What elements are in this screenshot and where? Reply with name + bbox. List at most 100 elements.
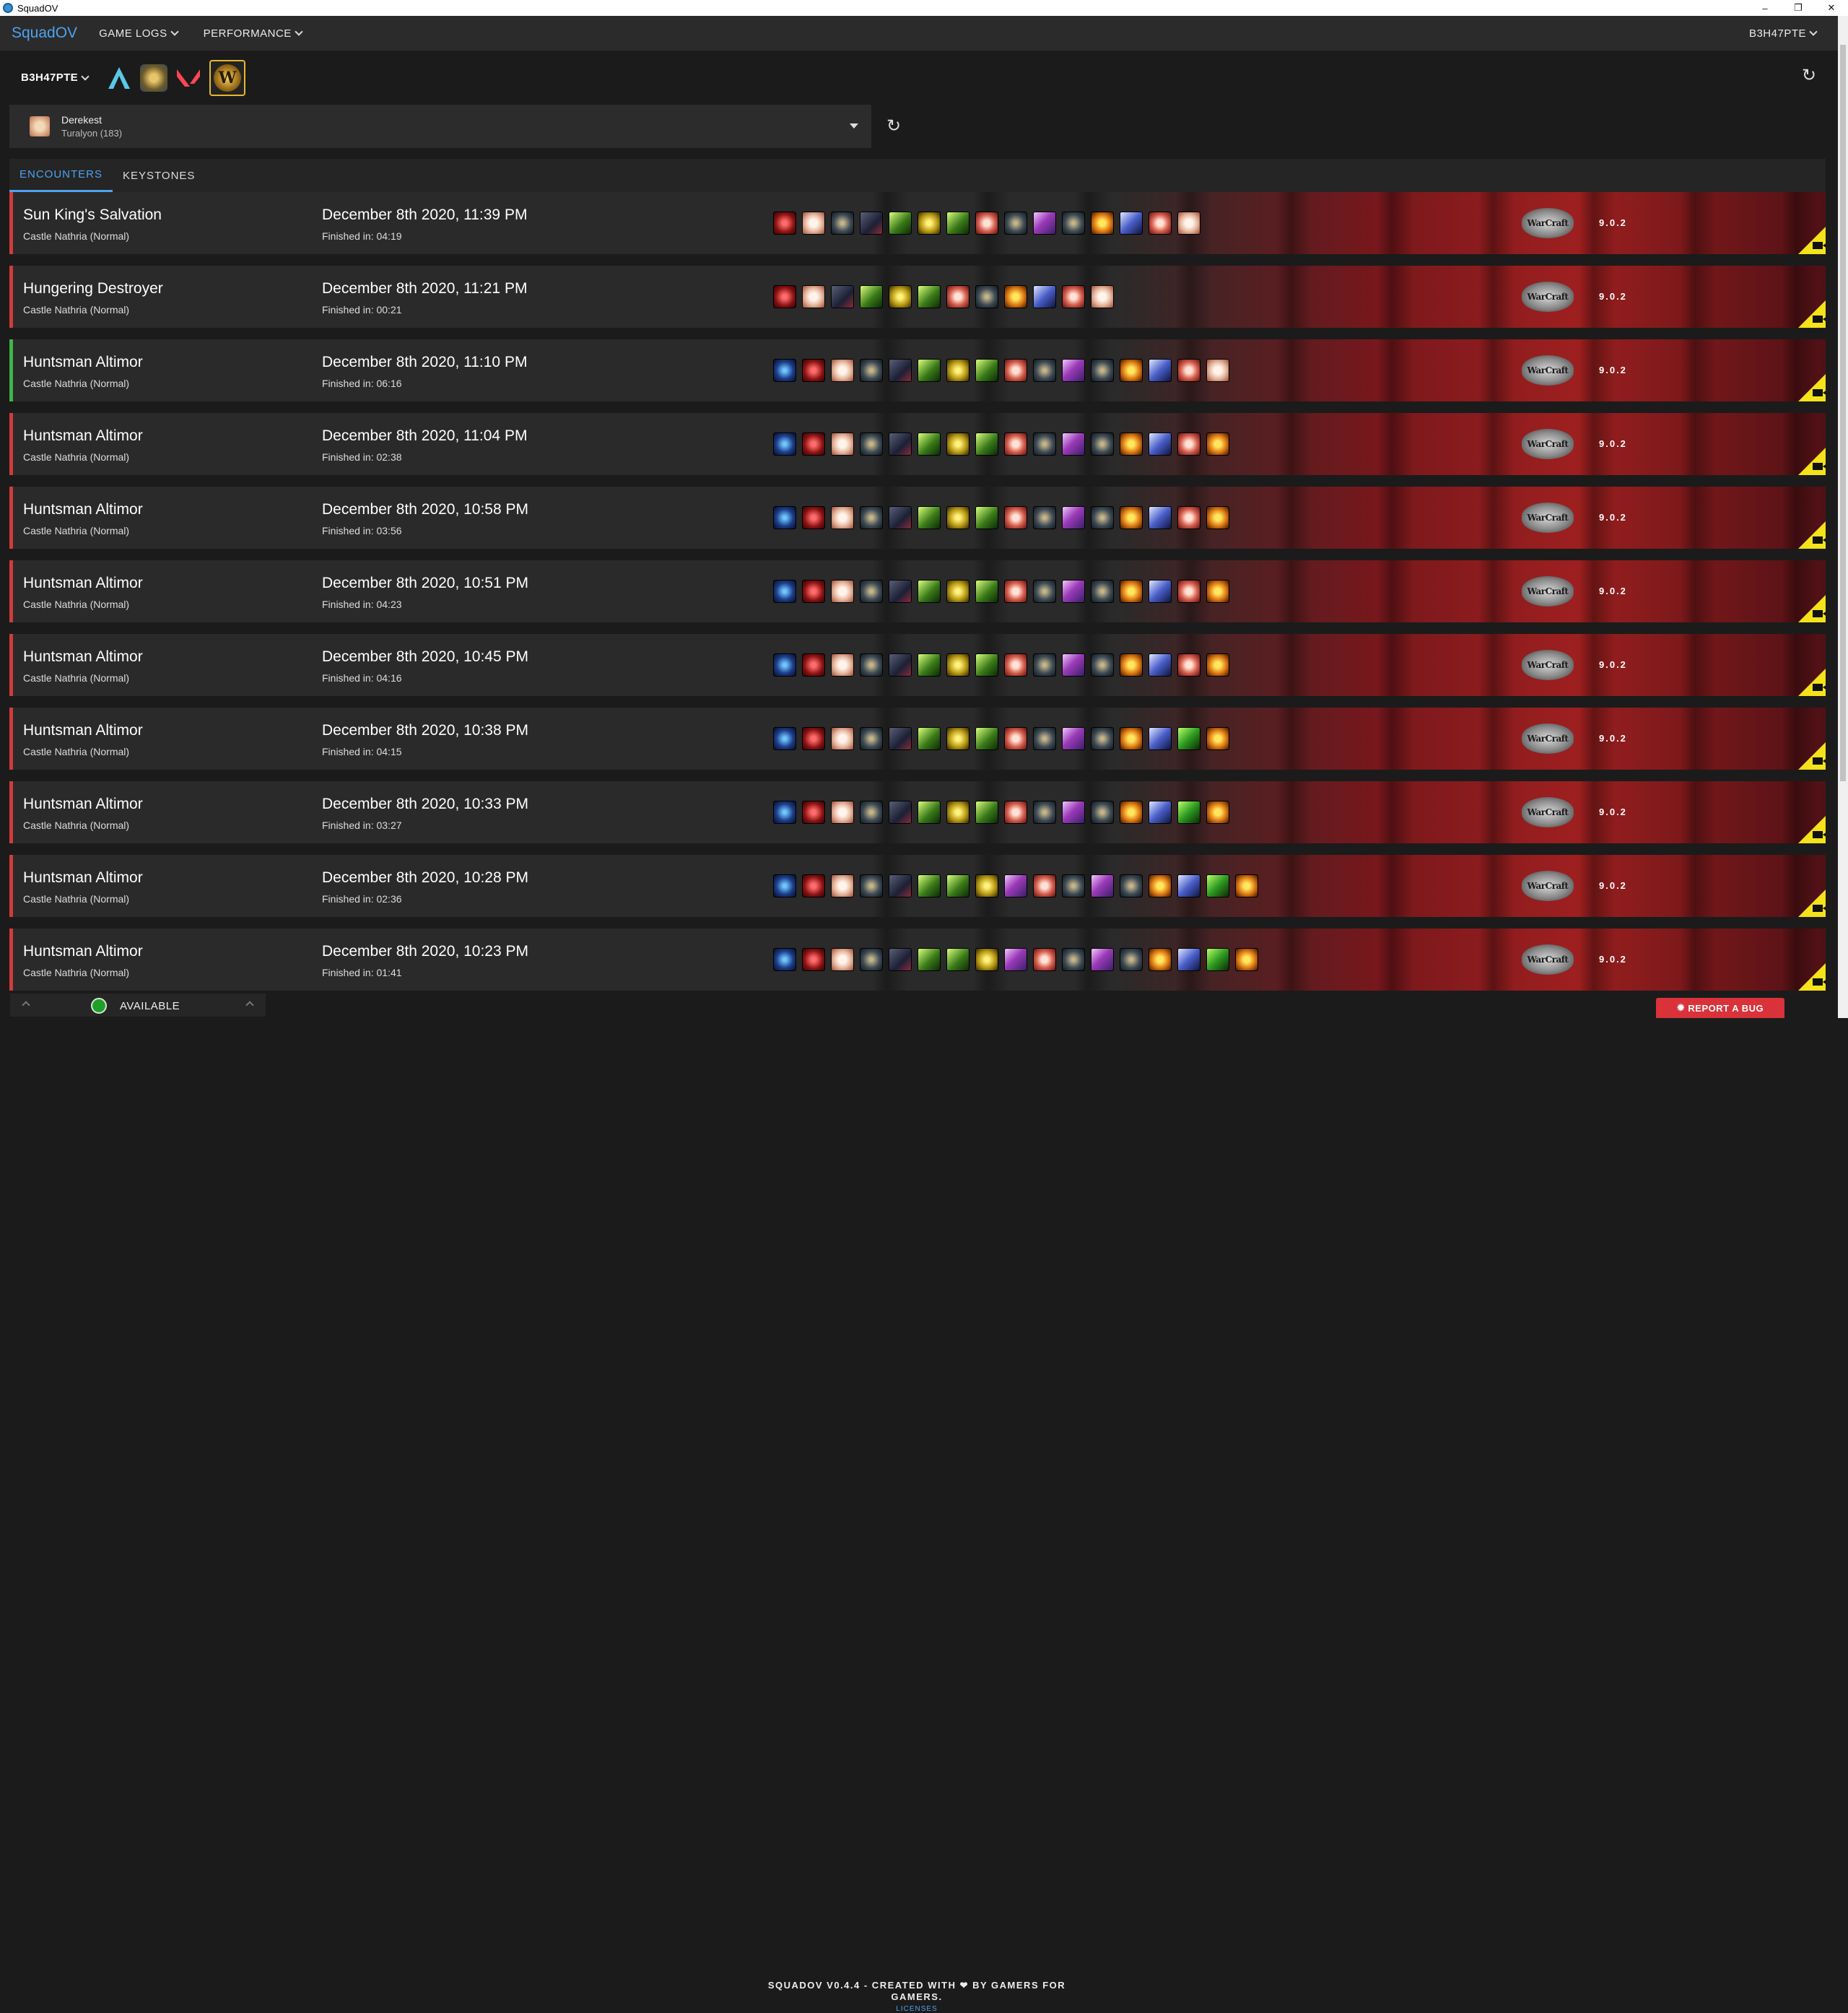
class-rog-icon[interactable] — [1091, 801, 1114, 824]
class-pri-icon[interactable] — [1149, 432, 1172, 456]
class-dk-icon[interactable] — [773, 285, 796, 308]
class-rog-icon[interactable] — [1091, 727, 1114, 750]
class-evo-icon[interactable] — [1177, 801, 1200, 824]
class-dem-icon[interactable] — [1177, 432, 1200, 456]
class-sha-icon[interactable] — [773, 727, 796, 750]
encounter-row[interactable]: Sun King's Salvation Castle Nathria (Nor… — [9, 192, 1826, 254]
character-refresh-icon[interactable]: ↻ — [886, 116, 901, 136]
class-wlk-icon[interactable] — [1120, 580, 1143, 603]
class-mag-icon[interactable] — [1033, 212, 1056, 235]
licenses-link[interactable]: LICENSES — [744, 2005, 1090, 2013]
class-rog-icon[interactable] — [1091, 359, 1114, 382]
class-rog-icon[interactable] — [1091, 506, 1114, 529]
status-selector[interactable]: AVAILABLE — [10, 994, 266, 1017]
class-dem-icon[interactable] — [1004, 801, 1027, 824]
class-wlk-icon[interactable] — [1235, 948, 1258, 971]
class-hun-icon[interactable] — [918, 432, 941, 456]
class-mag-icon[interactable] — [1004, 948, 1027, 971]
class-pri-icon[interactable] — [1177, 948, 1200, 971]
class-rog-icon[interactable] — [1033, 653, 1056, 677]
class-wlk-icon[interactable] — [1206, 727, 1229, 750]
class-hun-icon[interactable] — [918, 359, 941, 382]
class-dem-icon[interactable] — [1177, 359, 1200, 382]
class-evo-icon[interactable] — [1177, 727, 1200, 750]
class-dk-icon[interactable] — [802, 801, 825, 824]
dropdown-arrow-icon[interactable] — [850, 123, 858, 129]
class-mag-icon[interactable] — [1062, 801, 1085, 824]
class-pri-icon[interactable] — [1149, 359, 1172, 382]
class-hun-icon[interactable] — [975, 801, 998, 824]
class-hun-icon[interactable] — [975, 727, 998, 750]
hearthstone-icon[interactable] — [140, 64, 168, 92]
class-pal-icon[interactable] — [831, 653, 854, 677]
class-sha-icon[interactable] — [773, 580, 796, 603]
class-dk-icon[interactable] — [802, 359, 825, 382]
refresh-icon[interactable]: ↻ — [1802, 65, 1816, 86]
encounter-row[interactable]: Huntsman Altimor Castle Nathria (Normal)… — [9, 708, 1826, 770]
class-dk-icon[interactable] — [802, 506, 825, 529]
class-war-icon[interactable] — [889, 359, 912, 382]
class-war-icon[interactable] — [889, 432, 912, 456]
brand-logo[interactable]: SquadOV — [12, 25, 77, 42]
class-rog-icon[interactable] — [1120, 948, 1143, 971]
class-sha-icon[interactable] — [773, 801, 796, 824]
class-pri-icon[interactable] — [1033, 285, 1056, 308]
class-wlk-icon[interactable] — [1004, 285, 1027, 308]
encounter-row[interactable]: Huntsman Altimor Castle Nathria (Normal)… — [9, 560, 1826, 622]
class-rog-icon[interactable] — [860, 359, 883, 382]
class-mag-icon[interactable] — [1062, 506, 1085, 529]
class-rog-icon[interactable] — [975, 285, 998, 308]
class-dk-icon[interactable] — [802, 727, 825, 750]
class-dk-icon[interactable] — [773, 212, 796, 235]
class-sha-icon[interactable] — [773, 874, 796, 897]
class-war-icon[interactable] — [889, 580, 912, 603]
class-dem-icon[interactable] — [946, 285, 969, 308]
class-rog-icon[interactable] — [1033, 359, 1056, 382]
class-dem-icon[interactable] — [1062, 285, 1085, 308]
class-hun-icon[interactable] — [975, 653, 998, 677]
class-hun-icon[interactable] — [889, 212, 912, 235]
class-pri-icon[interactable] — [1149, 727, 1172, 750]
class-dem-icon[interactable] — [975, 212, 998, 235]
class-dem-icon[interactable] — [1177, 653, 1200, 677]
class-dk-icon[interactable] — [802, 653, 825, 677]
encounter-row[interactable]: Huntsman Altimor Castle Nathria (Normal)… — [9, 855, 1826, 917]
class-hun-icon[interactable] — [975, 432, 998, 456]
class-wlk-icon[interactable] — [1120, 359, 1143, 382]
class-rog-icon[interactable] — [860, 580, 883, 603]
class-mon-icon[interactable] — [946, 506, 969, 529]
class-hun-icon[interactable] — [918, 653, 941, 677]
class-hun-icon[interactable] — [918, 948, 941, 971]
class-mon-icon[interactable] — [918, 212, 941, 235]
class-dem-icon[interactable] — [1004, 359, 1027, 382]
class-dk-icon[interactable] — [802, 948, 825, 971]
encounter-row[interactable]: Huntsman Altimor Castle Nathria (Normal)… — [9, 929, 1826, 991]
class-wlk-icon[interactable] — [1206, 432, 1229, 456]
class-mon-icon[interactable] — [946, 727, 969, 750]
encounter-row[interactable]: Hungering Destroyer Castle Nathria (Norm… — [9, 266, 1826, 328]
class-pri-icon[interactable] — [1177, 874, 1200, 897]
performance-menu[interactable]: PERFORMANCE — [204, 27, 303, 40]
class-dk-icon[interactable] — [802, 580, 825, 603]
class-mon-icon[interactable] — [975, 948, 998, 971]
account-dropdown[interactable]: B3H47PTE — [21, 71, 90, 84]
class-dem-icon[interactable] — [1004, 506, 1027, 529]
class-pal-icon[interactable] — [831, 506, 854, 529]
class-mon-icon[interactable] — [889, 285, 912, 308]
class-pal-icon[interactable] — [831, 948, 854, 971]
class-sha-icon[interactable] — [773, 506, 796, 529]
class-dem-icon[interactable] — [1004, 432, 1027, 456]
encounter-row[interactable]: Huntsman Altimor Castle Nathria (Normal)… — [9, 781, 1826, 843]
class-rog-icon[interactable] — [860, 874, 883, 897]
class-hun-icon[interactable] — [975, 359, 998, 382]
class-pal-icon[interactable] — [1177, 212, 1200, 235]
class-hun-icon[interactable] — [918, 285, 941, 308]
class-rog-icon[interactable] — [860, 801, 883, 824]
class-rog-icon[interactable] — [1062, 212, 1085, 235]
class-pal-icon[interactable] — [831, 727, 854, 750]
class-mag-icon[interactable] — [1062, 653, 1085, 677]
close-button[interactable]: ✕ — [1815, 0, 1848, 16]
encounter-row[interactable]: Huntsman Altimor Castle Nathria (Normal)… — [9, 634, 1826, 696]
encounter-row[interactable]: Huntsman Altimor Castle Nathria (Normal)… — [9, 339, 1826, 401]
class-dem-icon[interactable] — [1004, 580, 1027, 603]
